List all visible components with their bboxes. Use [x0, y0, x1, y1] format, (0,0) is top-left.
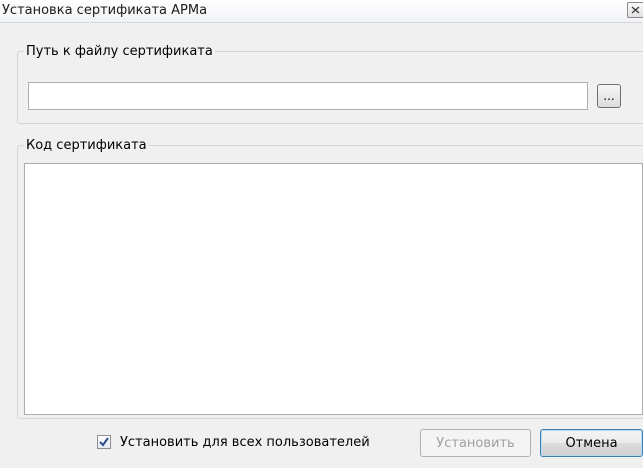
all-users-checkbox-row[interactable]: Установить для всех пользователей [97, 432, 370, 452]
certificate-path-input[interactable] [28, 82, 588, 110]
install-button[interactable]: Установить [420, 429, 531, 457]
browse-button[interactable]: ... [597, 84, 621, 108]
certificate-code-legend: Код сертификата [26, 138, 147, 153]
certificate-install-dialog: Установка сертификата АРМа Путь к файлу … [0, 0, 643, 468]
cancel-button[interactable]: Отмена [540, 429, 643, 457]
certificate-code-textarea[interactable] [24, 163, 643, 415]
close-button[interactable] [627, 2, 643, 18]
close-icon [631, 6, 640, 14]
title-bar[interactable]: Установка сертификата АРМа [0, 0, 643, 23]
all-users-checkbox[interactable] [97, 435, 111, 449]
checkmark-icon [99, 437, 109, 447]
certificate-path-legend: Путь к файлу сертификата [26, 44, 213, 59]
window-title: Установка сертификата АРМа [2, 3, 208, 18]
all-users-label: Установить для всех пользователей [120, 434, 370, 450]
